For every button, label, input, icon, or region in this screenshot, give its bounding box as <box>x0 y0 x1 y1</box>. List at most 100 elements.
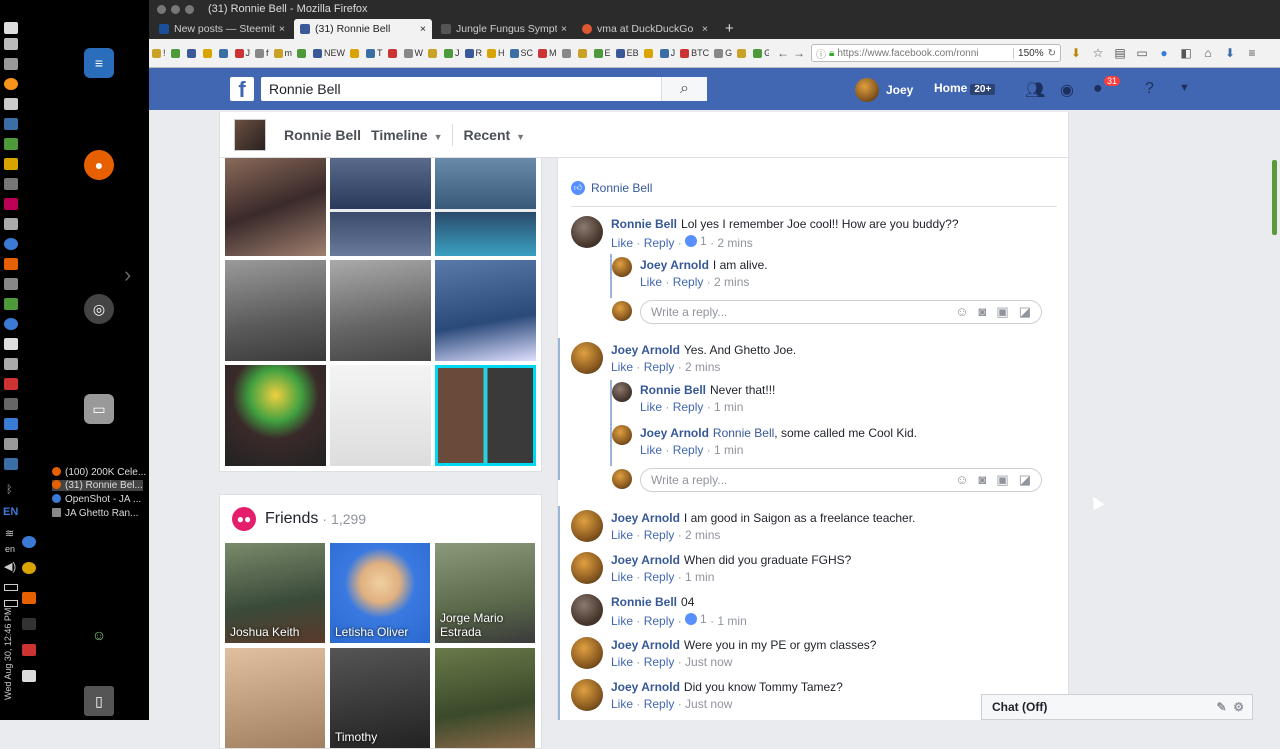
vlc-icon[interactable] <box>22 592 36 604</box>
comment-author[interactable]: Joey Arnold <box>611 511 680 525</box>
avatar[interactable] <box>571 342 603 374</box>
help-icon[interactable]: ? <box>1145 80 1154 98</box>
app-icon[interactable] <box>4 458 18 470</box>
like-button[interactable]: Like <box>640 275 662 289</box>
avatar[interactable] <box>571 510 603 542</box>
reply-button[interactable]: Reply <box>673 443 704 457</box>
friend-tile[interactable]: Joshua Keith <box>225 543 325 643</box>
bookmark-item[interactable]: G <box>753 48 769 58</box>
avatar[interactable] <box>571 552 603 584</box>
avatar[interactable] <box>612 257 632 277</box>
library-icon[interactable]: ▤ <box>1109 46 1131 60</box>
like-button[interactable]: Like <box>611 570 633 584</box>
app-icon[interactable] <box>4 438 18 450</box>
search-input[interactable] <box>261 78 661 100</box>
gear-icon[interactable]: ⚙ <box>1233 700 1244 714</box>
reload-icon[interactable]: ↻ <box>1048 48 1056 59</box>
document-icon[interactable]: ≡ <box>84 48 114 78</box>
bookmark-item[interactable] <box>561 48 573 58</box>
like-button[interactable]: Like <box>611 655 633 669</box>
app-icon[interactable] <box>4 258 18 270</box>
reply-button[interactable]: Reply <box>644 614 675 628</box>
bookmark-item[interactable] <box>577 48 589 58</box>
chat-bar[interactable]: Chat (Off) ✎ ⚙ <box>981 694 1253 720</box>
bluetooth-icon[interactable]: ᛒ <box>6 484 13 496</box>
bookmark-item[interactable] <box>297 48 308 58</box>
new-tab-button[interactable]: + <box>717 20 742 39</box>
photo-thumbnail[interactable] <box>330 365 431 466</box>
extension-icon[interactable]: ● <box>1153 46 1175 60</box>
app-icon[interactable] <box>4 198 18 210</box>
star-icon[interactable]: ☆ <box>1087 46 1109 60</box>
like-button[interactable]: Like <box>611 528 633 542</box>
comment-time[interactable]: 1 min <box>685 570 714 584</box>
app-icon[interactable] <box>4 298 18 310</box>
like-button[interactable]: Like <box>611 614 633 628</box>
download-manager-icon[interactable]: ⬇ <box>1219 46 1241 60</box>
friend-tile[interactable]: Jorge Mario Estrada <box>435 543 535 643</box>
close-tab-icon[interactable]: × <box>702 23 708 35</box>
trash-icon[interactable]: ▯ <box>84 686 114 716</box>
comment-time[interactable]: 2 mins <box>685 528 720 542</box>
app-icon[interactable] <box>4 398 18 410</box>
bookmark-item[interactable]: R <box>464 48 482 58</box>
comment-author[interactable]: Joey Arnold <box>611 638 680 652</box>
reply-button[interactable]: Reply <box>644 236 675 250</box>
app-icon[interactable] <box>4 218 18 230</box>
back-button[interactable]: ← <box>775 46 791 60</box>
comment-time[interactable]: Just now <box>685 655 732 669</box>
gif-icon[interactable]: ▣ <box>996 472 1008 488</box>
menu-icon[interactable]: ≡ <box>1241 46 1263 60</box>
bookmark-item[interactable]: m <box>273 48 292 58</box>
sticker-icon[interactable]: ◪ <box>1019 304 1031 320</box>
app-icon[interactable] <box>4 178 18 190</box>
reply-button[interactable]: Reply <box>673 400 704 414</box>
messenger-icon[interactable]: ◉ <box>1060 80 1074 100</box>
task-item[interactable]: JA Ghetto Ran... <box>52 508 138 519</box>
bookmark-item[interactable] <box>387 48 399 58</box>
home-icon[interactable]: ⌂ <box>1197 46 1219 60</box>
camera-icon[interactable]: ◙ <box>979 472 987 488</box>
drive-icon[interactable]: ▭ <box>84 394 114 424</box>
search-button[interactable]: ⌕ <box>661 77 707 101</box>
friend-tile[interactable]: Timothy <box>330 648 430 748</box>
bookmark-item[interactable]: SC <box>509 48 533 58</box>
bookmark-item[interactable]: M <box>538 48 557 58</box>
bluetooth-icon[interactable] <box>22 618 36 630</box>
post-likes[interactable]: 👍︎ Ronnie Bell <box>571 181 652 195</box>
avatar[interactable] <box>612 425 632 445</box>
mention-link[interactable]: Ronnie Bell <box>713 426 774 440</box>
emoji-icon[interactable]: ☺ <box>955 304 968 320</box>
bookmark-item[interactable]: f <box>255 48 269 58</box>
app-icon[interactable] <box>4 238 18 250</box>
bookmark-item[interactable] <box>186 48 198 58</box>
friend-requests-icon[interactable]: 👥︎ <box>1025 80 1045 100</box>
profile-name-link[interactable]: Ronnie Bell <box>284 127 361 143</box>
avatar[interactable] <box>571 594 603 626</box>
photo-thumbnail[interactable] <box>225 158 326 256</box>
battery-icon[interactable] <box>4 584 18 591</box>
app-icon[interactable] <box>4 418 18 430</box>
bookmark-item[interactable]: BTC <box>680 48 709 58</box>
task-item[interactable]: (100) 200K Cele... <box>52 467 146 478</box>
wifi-icon[interactable]: ≋ <box>5 527 14 540</box>
app-icon[interactable] <box>4 38 18 50</box>
comment-author[interactable]: Joey Arnold <box>611 680 680 694</box>
bookmark-item[interactable] <box>643 48 655 58</box>
comment-author[interactable]: Ronnie Bell <box>611 595 677 609</box>
home-link[interactable]: Home 20+ <box>934 81 996 95</box>
bookmark-item[interactable]: EB <box>615 48 639 58</box>
comment-time[interactable]: 1 min <box>714 443 743 457</box>
url-bar[interactable]: ⓘ 🔒︎ https://www.facebook.com/ronni 150%… <box>811 44 1061 62</box>
photo-thumbnail[interactable] <box>435 365 536 466</box>
bookmark-item[interactable] <box>218 48 230 58</box>
bookmark-item[interactable]: H <box>487 48 505 58</box>
reply-input[interactable]: Write a reply... ☺ ◙ ▣ ◪ <box>640 300 1042 324</box>
reply-button[interactable]: Reply <box>673 275 704 289</box>
bookmark-item[interactable]: J <box>234 48 250 58</box>
profile-link[interactable]: Joey <box>855 78 913 102</box>
bookmark-item[interactable]: J <box>444 48 460 58</box>
bookmark-item[interactable] <box>170 48 182 58</box>
bookmark-item[interactable]: J <box>659 48 675 58</box>
bookmark-item[interactable] <box>202 48 214 58</box>
